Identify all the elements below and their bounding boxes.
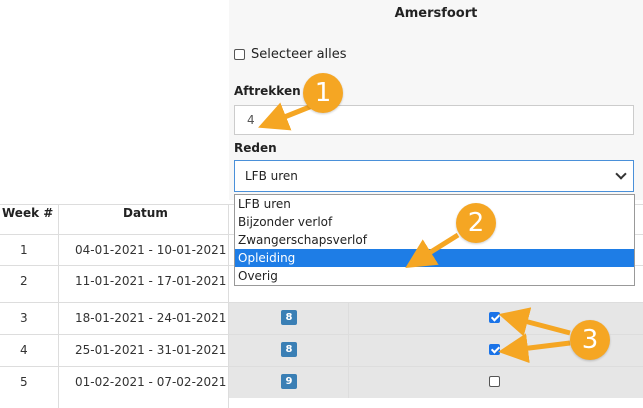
- callout-3: 3: [570, 320, 610, 360]
- annotation-arrows: [258, 102, 571, 364]
- callout-2: 2: [456, 203, 496, 243]
- arrow-1: [258, 102, 313, 131]
- arrow-3b: [498, 333, 571, 364]
- callout-1: 1: [303, 73, 343, 113]
- arrow-3a: [498, 307, 571, 337]
- arrow-2: [405, 232, 460, 268]
